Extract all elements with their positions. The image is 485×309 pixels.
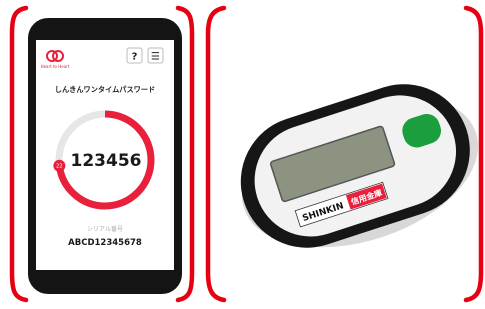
help-icon: ? bbox=[132, 52, 138, 63]
otp-code: 123456 bbox=[71, 151, 142, 171]
illustration-stage: Heart to Heart ? ☰ しんきんワンタイムパスワード 22 123… bbox=[0, 0, 485, 309]
menu-icon: ☰ bbox=[151, 52, 160, 63]
countdown-indicator: 22 bbox=[53, 159, 66, 172]
menu-button[interactable]: ☰ bbox=[147, 47, 164, 64]
hardware-token: SHINKIN 信用金庫 bbox=[240, 84, 479, 248]
serial-label: シリアル番号 bbox=[87, 226, 123, 233]
help-button[interactable]: ? bbox=[126, 47, 143, 64]
right-open-bracket bbox=[205, 5, 227, 303]
smartphone: Heart to Heart ? ☰ しんきんワンタイムパスワード 22 123… bbox=[28, 18, 182, 294]
left-open-bracket bbox=[9, 5, 29, 303]
serial-number: ABCD12345678 bbox=[68, 238, 142, 248]
page-title: しんきんワンタイムパスワード bbox=[55, 85, 155, 94]
countdown-seconds: 22 bbox=[56, 164, 62, 170]
app-logo-label: Heart to Heart bbox=[41, 64, 70, 69]
